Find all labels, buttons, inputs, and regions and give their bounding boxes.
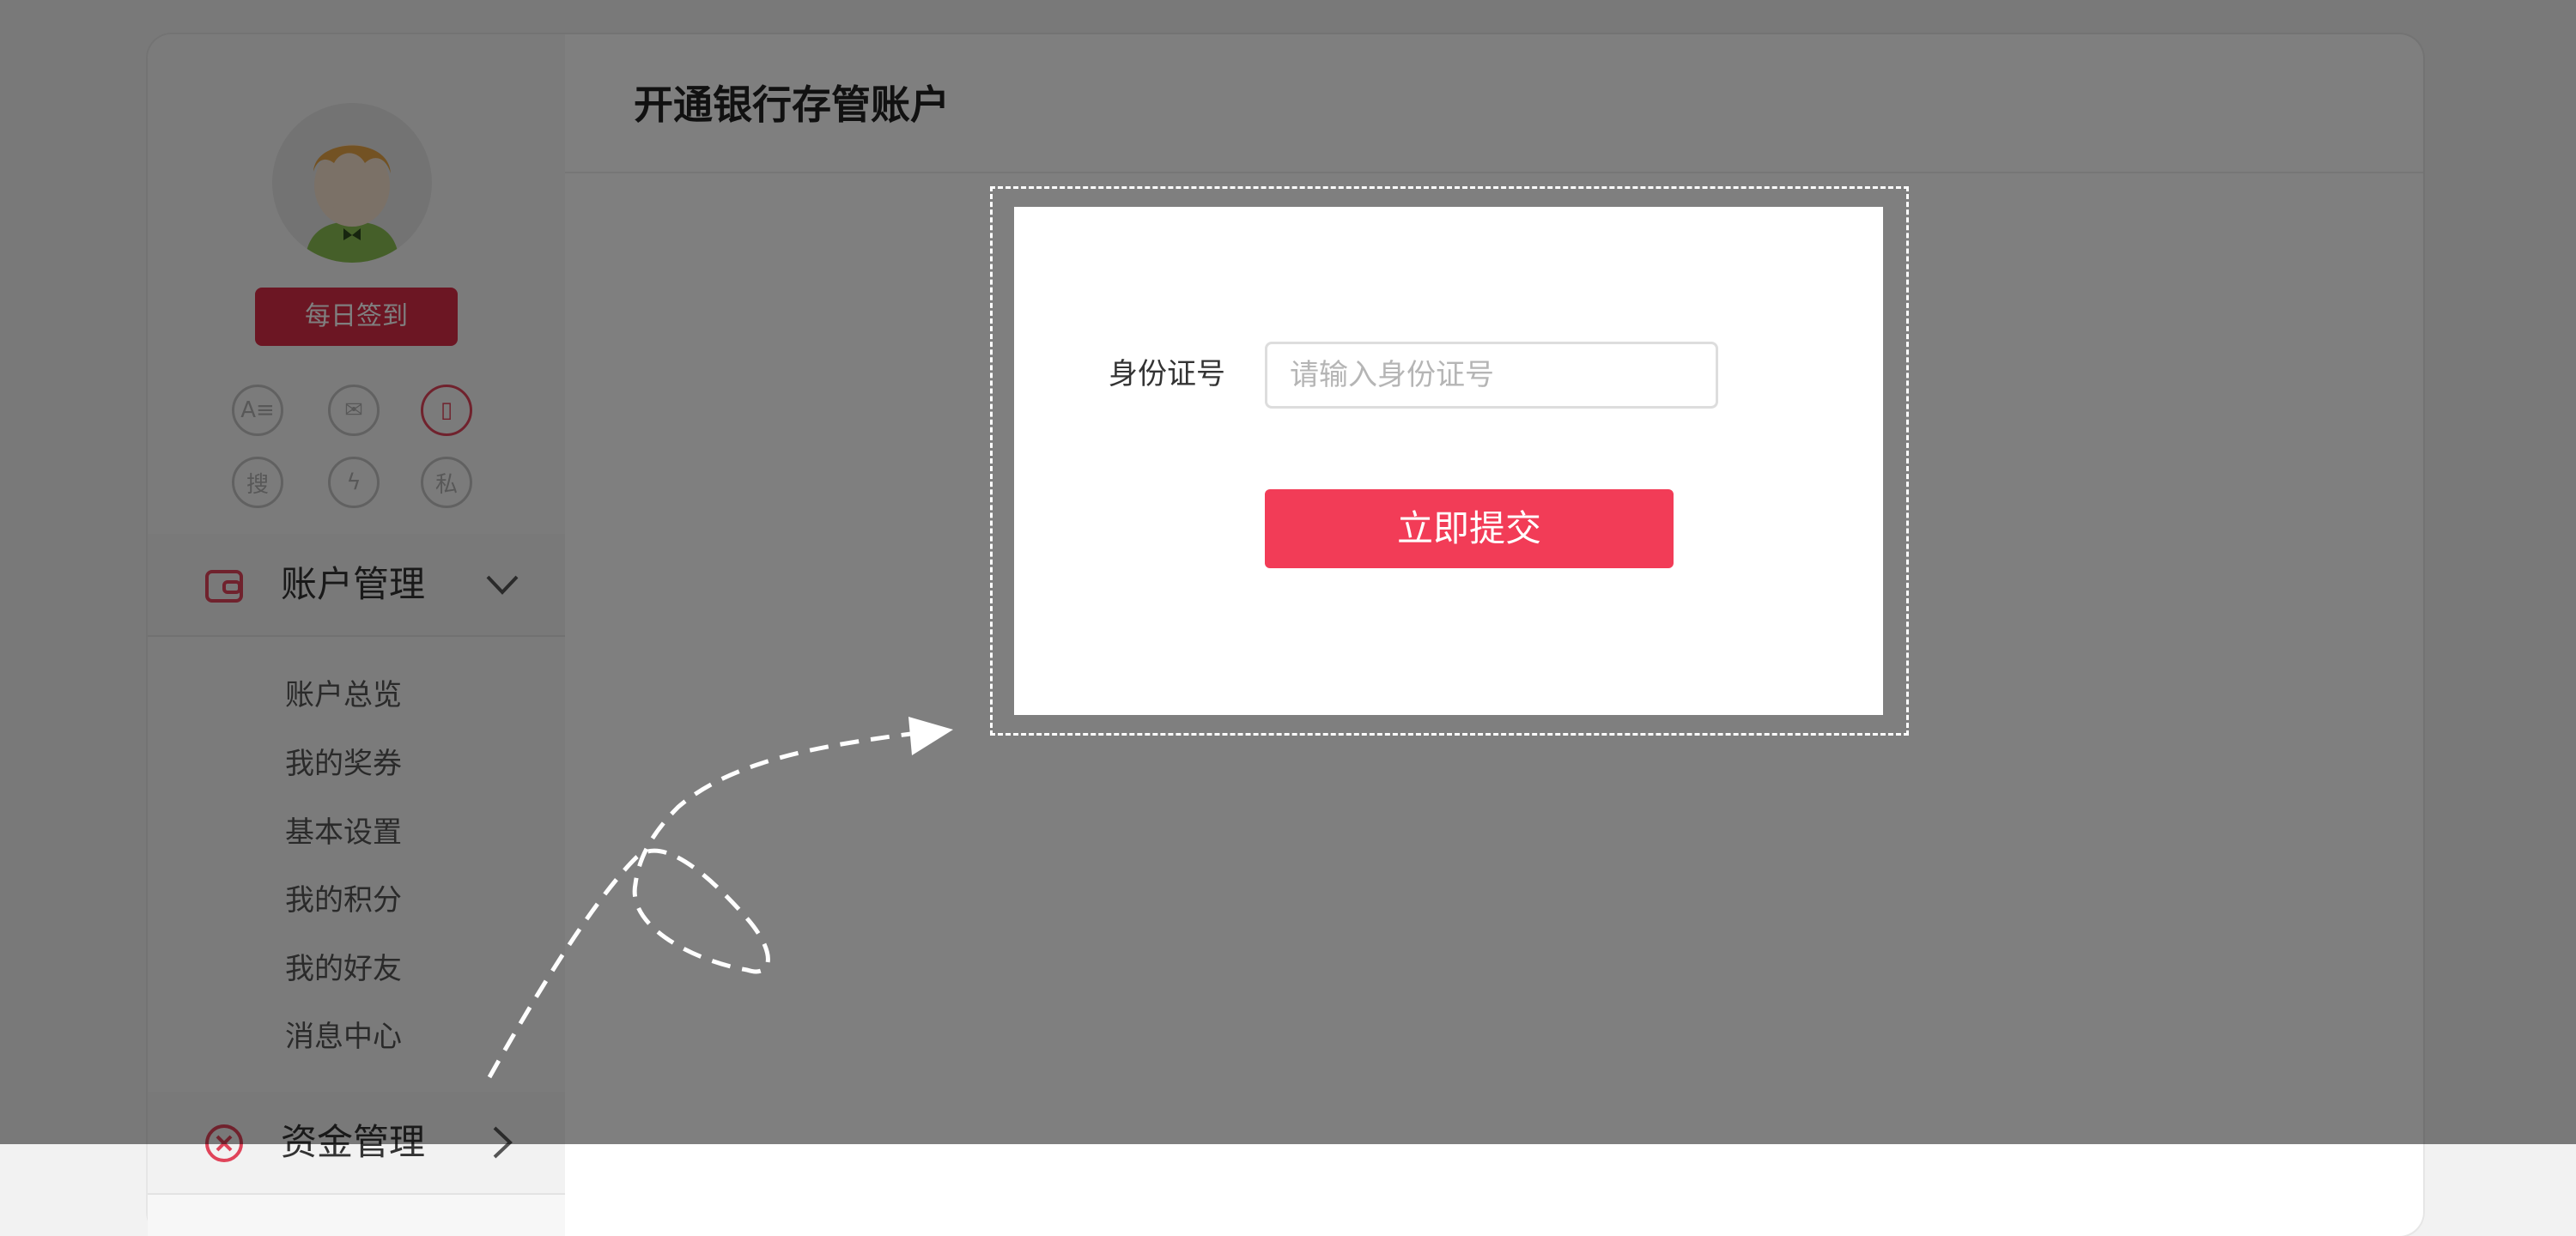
id-number-label: 身份证号 [1109,357,1225,391]
submit-button[interactable]: 立即提交 [1265,489,1674,568]
id-verification-dialog: 身份证号 立即提交 [1014,207,1883,715]
id-number-input[interactable] [1265,342,1718,409]
